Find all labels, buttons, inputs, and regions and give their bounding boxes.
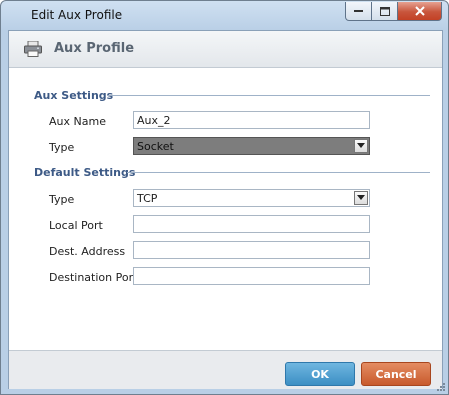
default-type-value: TCP [137,192,158,205]
resize-grip-icon[interactable] [436,382,446,392]
close-button[interactable] [398,2,442,21]
local-port-input[interactable] [133,215,370,233]
cancel-button[interactable]: Cancel [361,362,431,386]
ok-button[interactable]: OK [285,362,355,386]
close-icon [414,6,425,16]
aux-settings-divider [107,95,430,96]
aux-settings-section-title: Aux Settings [34,89,114,102]
destination-port-input[interactable] [133,267,370,285]
dest-address-input[interactable] [133,241,370,259]
dest-address-label: Dest. Address [49,245,126,258]
default-type-dropdown-button[interactable] [354,191,368,205]
default-settings-section-title: Default Settings [34,166,136,179]
header-title: Aux Profile [54,41,135,56]
dialog-body: Aux Profile Aux Settings Aux Name Aux_2 … [8,30,443,389]
window-title: Edit Aux Profile [31,8,123,22]
profile-header: Aux Profile [9,31,442,68]
aux-type-select[interactable]: Socket [133,137,370,155]
aux-name-label: Aux Name [49,115,106,128]
chevron-down-icon [357,195,365,200]
chevron-down-icon [357,143,365,148]
minimize-icon [354,9,363,12]
minimize-button[interactable] [345,2,372,21]
local-port-label: Local Port [49,219,103,232]
window-controls [345,2,442,21]
printer-icon [24,41,42,57]
aux-type-label: Type [49,141,75,154]
dialog-window: Edit Aux Profile Aux Profile Aux Setting… [0,0,449,395]
default-type-label: Type [49,193,75,206]
maximize-icon [379,6,390,16]
aux-type-value: Socket [137,140,174,153]
maximize-button[interactable] [372,2,398,21]
destination-port-label: Destination Port [49,271,138,284]
aux-type-dropdown-button[interactable] [354,139,368,153]
default-settings-divider [127,172,430,173]
title-bar[interactable]: Edit Aux Profile [1,1,448,31]
dialog-footer: OK Cancel [9,350,442,389]
default-type-select[interactable]: TCP [133,189,370,207]
aux-name-input[interactable]: Aux_2 [133,111,370,129]
